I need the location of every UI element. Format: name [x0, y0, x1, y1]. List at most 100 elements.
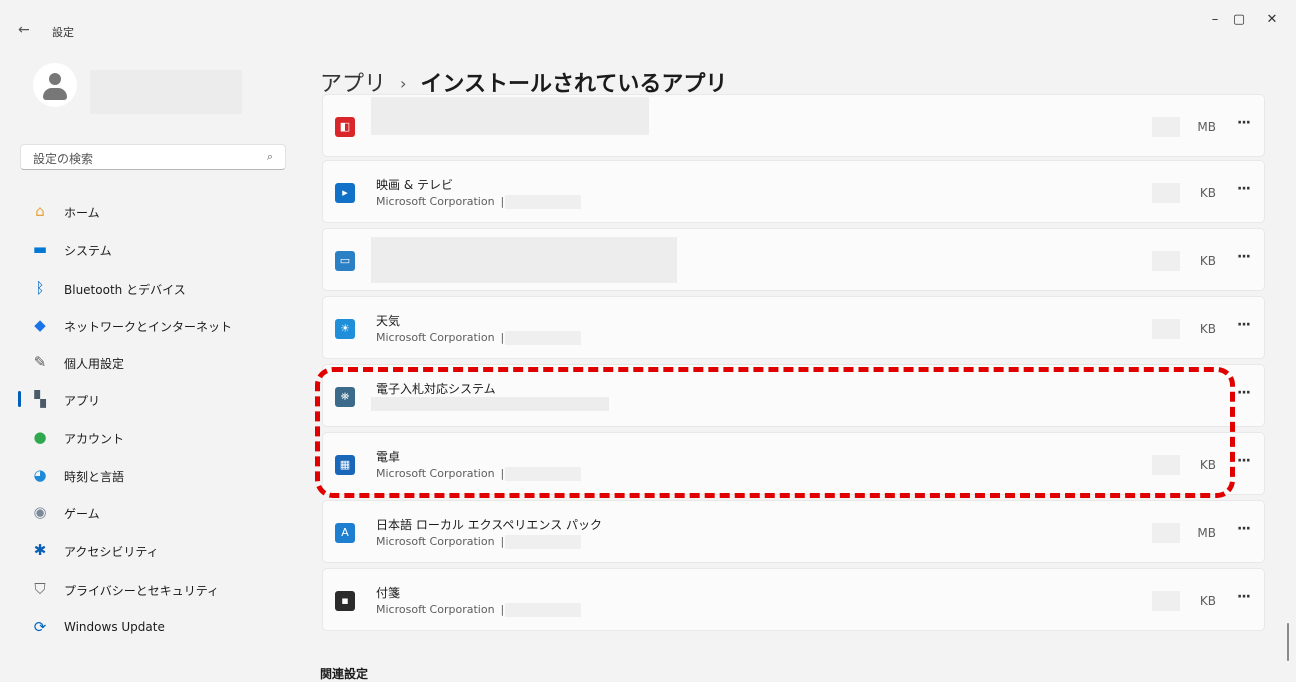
app-list-item[interactable]: ▭ KB ··· [322, 228, 1265, 291]
sidebar-item[interactable]: ▚ アプリ [28, 384, 290, 414]
sidebar-item-label: アクセシビリティ [64, 545, 159, 559]
publisher-separator: | [500, 467, 505, 480]
app-size: MB [1197, 120, 1216, 134]
app-size: KB [1199, 186, 1216, 200]
calculator-icon: ▦ [335, 455, 355, 475]
app-publisher: Microsoft Corporation | [376, 195, 504, 208]
search-icon[interactable]: ⌕ [267, 150, 273, 164]
sidebar-item[interactable]: ◆ ネットワークとインターネット [28, 310, 290, 340]
sidebar-item[interactable]: ◉ ゲーム [28, 497, 290, 527]
accessibility-icon: ✱ [33, 541, 47, 559]
avatar-body-shape [43, 88, 67, 100]
sidebar-item-label: ゲーム [64, 507, 100, 521]
system-icon: ▬ [32, 240, 48, 258]
more-options-button[interactable]: ··· [1237, 181, 1251, 197]
app-publisher-name: Microsoft Corporation [376, 331, 495, 344]
sidebar-item[interactable]: ◕ 時刻と言語 [28, 460, 290, 490]
more-options-button[interactable]: ··· [1237, 249, 1251, 265]
app-publisher: Microsoft Corporation | [376, 467, 504, 480]
app-size: MB [1197, 526, 1216, 540]
sidebar-item-label: アカウント [64, 432, 125, 446]
app-size-redacted [1152, 183, 1180, 203]
brush-icon: ✎ [33, 353, 47, 371]
more-options-button[interactable]: ··· [1237, 453, 1251, 469]
profile-name-redacted [90, 70, 242, 114]
app-list-item[interactable]: ☀ 天気 Microsoft Corporation | KB ··· [322, 296, 1265, 359]
sidebar-item[interactable]: ▬ システム [28, 234, 290, 264]
network-icon: ◆ [34, 316, 46, 334]
sidebar-item[interactable]: ⟳ Windows Update [28, 612, 290, 642]
app-date-redacted [505, 603, 581, 617]
search-input[interactable]: 設定の検索 ⌕ [20, 144, 286, 170]
close-button[interactable]: ✕ [1260, 12, 1284, 27]
app-publisher-name: Microsoft Corporation [376, 603, 495, 616]
home-icon: ⌂ [35, 202, 45, 220]
app-size: KB [1199, 254, 1216, 268]
app-date-redacted [505, 195, 581, 209]
sidebar-item-label: ホーム [64, 206, 100, 220]
more-options-button[interactable]: ··· [1237, 317, 1251, 333]
more-options-button[interactable]: ··· [1237, 115, 1251, 131]
publisher-separator: | [500, 535, 505, 548]
breadcrumb-separator: › [400, 74, 407, 93]
app-name: 日本語 ローカル エクスペリエンス パック [376, 518, 603, 532]
sidebar-item[interactable]: ✱ アクセシビリティ [28, 535, 290, 565]
app-name-redacted [371, 97, 649, 135]
app-name: 電卓 [376, 450, 401, 464]
app-publisher-name: Microsoft Corporation [376, 535, 495, 548]
red-tool-icon: ◧ [335, 117, 355, 137]
avatar[interactable] [33, 63, 77, 107]
back-button[interactable]: ← [18, 22, 30, 38]
related-settings-heading: 関連設定 [320, 667, 369, 681]
sidebar-item[interactable]: ⌂ ホーム [28, 196, 290, 226]
search-placeholder: 設定の検索 [33, 152, 94, 166]
more-options-button[interactable]: ··· [1237, 589, 1251, 605]
active-indicator [18, 391, 21, 407]
app-size: KB [1199, 458, 1216, 472]
app-size: KB [1199, 322, 1216, 336]
app-name: 映画 & テレビ [376, 178, 453, 192]
sidebar-item[interactable]: ● アカウント [28, 422, 290, 452]
sidebar-item-label: Windows Update [64, 620, 165, 634]
app-size-redacted [1152, 523, 1180, 543]
sticky-notes-icon: ▪ [335, 591, 355, 611]
sidebar-item-label: 時刻と言語 [64, 470, 125, 484]
app-size-redacted [1152, 117, 1180, 137]
app-list-item[interactable]: ▦ 電卓 Microsoft Corporation | KB ··· [322, 432, 1265, 495]
scrollbar[interactable] [1287, 623, 1289, 661]
title-bar: ← 設定 – ▢ ✕ [0, 0, 1296, 48]
publisher-separator: | [500, 331, 505, 344]
app-name: 電子入札対応システム [376, 382, 496, 396]
app-date-redacted [505, 535, 581, 549]
app-list-item[interactable]: A 日本語 ローカル エクスペリエンス パック Microsoft Corporat… [322, 500, 1265, 563]
app-list-item[interactable]: ▸ 映画 & テレビ Microsoft Corporation | KB ··· [322, 160, 1265, 223]
apps-icon: ▚ [34, 390, 46, 408]
more-options-button[interactable]: ··· [1237, 385, 1251, 401]
sidebar-item[interactable]: ⛉ プライバシーとセキュリティ [28, 574, 290, 604]
sidebar-item-label: 個人用設定 [64, 357, 125, 371]
sidebar-item[interactable]: ᛒ Bluetooth とデバイス [28, 273, 290, 303]
minimize-button[interactable]: – [1203, 12, 1227, 27]
shield-icon: ⛉ [34, 580, 46, 598]
app-date-redacted [505, 467, 581, 481]
more-options-button[interactable]: ··· [1237, 521, 1251, 537]
publisher-separator: | [500, 195, 505, 208]
app-details-redacted [371, 397, 609, 411]
app-list-item[interactable]: ▪ 付箋 Microsoft Corporation | KB ··· [322, 568, 1265, 631]
sidebar-item-label: Bluetooth とデバイス [64, 283, 186, 297]
language-pack-icon: A [335, 523, 355, 543]
app-list-item[interactable]: ◧ MB ··· [322, 94, 1265, 157]
app-list-item[interactable]: ⛯ 電子入札対応システム ··· [322, 364, 1265, 427]
app-size-redacted [1152, 319, 1180, 339]
sidebar-item-label: アプリ [64, 394, 101, 408]
app-size-redacted [1152, 591, 1180, 611]
app-size-redacted [1152, 251, 1180, 271]
app-name-redacted [371, 237, 677, 283]
sidebar-item[interactable]: ✎ 個人用設定 [28, 347, 290, 377]
app-publisher: Microsoft Corporation | [376, 331, 504, 344]
app-name: 天気 [376, 314, 401, 328]
restore-button[interactable]: ▢ [1227, 12, 1251, 27]
publisher-separator: | [500, 603, 505, 616]
avatar-head-shape [49, 73, 61, 85]
monitor-icon: ▭ [335, 251, 355, 271]
